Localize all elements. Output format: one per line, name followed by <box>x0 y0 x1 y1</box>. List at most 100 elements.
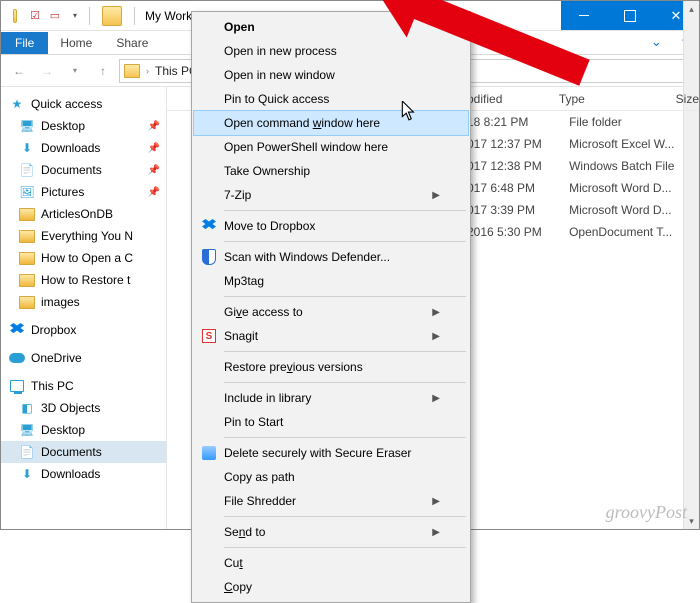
col-type[interactable]: Type <box>559 92 676 106</box>
sidebar-onedrive[interactable]: OneDrive <box>1 347 166 369</box>
sidebar-item-3d-objects[interactable]: ◧ 3D Objects <box>1 397 166 419</box>
separator <box>224 351 466 352</box>
folder-icon <box>19 274 35 287</box>
quick-access-toolbar: ☑ ▭ ▾ <box>1 8 83 24</box>
sidebar-dropbox[interactable]: Dropbox <box>1 319 166 341</box>
up-button[interactable]: ↑ <box>91 59 115 83</box>
ctx-7zip[interactable]: 7-Zip▶ <box>194 183 468 207</box>
file-date: 017 12:37 PM <box>467 137 569 151</box>
sidebar-item[interactable]: Everything You N <box>1 225 166 247</box>
sidebar-label: images <box>41 295 80 309</box>
ctx-take-ownership[interactable]: Take Ownership <box>194 159 468 183</box>
ctx-mp3tag[interactable]: Mp3tag <box>194 269 468 293</box>
window-title: My Work <box>141 9 192 23</box>
ctx-send-to[interactable]: Send to▶ <box>194 520 468 544</box>
ctx-snagit[interactable]: SSnagit▶ <box>194 324 468 348</box>
ctx-windows-defender[interactable]: Scan with Windows Defender... <box>194 245 468 269</box>
ctx-open-command-window[interactable]: Open command window here <box>194 111 468 135</box>
chevron-right-icon: ▶ <box>432 496 440 507</box>
sidebar-item[interactable]: How to Open a C <box>1 247 166 269</box>
ctx-open-powershell-window[interactable]: Open PowerShell window here <box>194 135 468 159</box>
file-type: File folder <box>569 115 699 129</box>
sidebar-item-documents[interactable]: 📄 Documents <box>1 441 166 463</box>
qat-dropdown-icon[interactable]: ▾ <box>67 8 83 24</box>
sidebar-this-pc[interactable]: This PC <box>1 375 166 397</box>
ctx-cut[interactable]: Cut <box>194 551 468 575</box>
documents-icon: 📄 <box>19 444 35 460</box>
shield-icon <box>200 248 218 266</box>
ctx-move-to-dropbox[interactable]: Move to Dropbox <box>194 214 468 238</box>
sidebar-label: Quick access <box>31 97 102 111</box>
sidebar-item-downloads[interactable]: ⬇ Downloads <box>1 463 166 485</box>
pin-icon: 📌 <box>148 187 160 198</box>
file-date: 017 12:38 PM <box>467 159 569 173</box>
ctx-open-new-window[interactable]: Open in new window <box>194 63 468 87</box>
mouse-cursor <box>401 101 417 124</box>
chevron-right-icon: ▶ <box>432 190 440 201</box>
chevron-right-icon: ▶ <box>432 331 440 342</box>
sidebar-label: Desktop <box>41 119 85 133</box>
file-type: Microsoft Word D... <box>569 203 699 217</box>
file-date: 2016 5:30 PM <box>467 225 569 239</box>
sidebar-item[interactable]: ArticlesOnDB <box>1 203 166 225</box>
sidebar-label: Documents <box>41 163 102 177</box>
ctx-copy-as-path[interactable]: Copy as path <box>194 465 468 489</box>
sidebar-label: How to Restore t <box>41 273 130 287</box>
sidebar-item-documents[interactable]: 📄Documents📌 <box>1 159 166 181</box>
downloads-icon: ⬇ <box>19 466 35 482</box>
ribbon-expand-icon[interactable]: ⌄ <box>641 30 672 54</box>
back-button[interactable]: ← <box>7 59 31 83</box>
onedrive-icon <box>9 350 25 366</box>
properties-icon[interactable]: ☑ <box>27 8 43 24</box>
pin-icon: 📌 <box>148 143 160 154</box>
sidebar-item[interactable]: How to Restore t <box>1 269 166 291</box>
3d-objects-icon: ◧ <box>19 400 35 416</box>
ctx-give-access-to[interactable]: Give access to▶ <box>194 300 468 324</box>
ctx-file-shredder[interactable]: File Shredder▶ <box>194 489 468 513</box>
folder-icon <box>124 64 140 78</box>
tab-home[interactable]: Home <box>48 32 104 54</box>
sidebar-label: Dropbox <box>31 323 76 337</box>
sidebar-label: Documents <box>41 445 102 459</box>
documents-icon: 📄 <box>19 162 35 178</box>
chevron-right-icon[interactable]: › <box>144 66 151 76</box>
folder-icon <box>19 230 35 243</box>
new-folder-icon[interactable]: ▭ <box>47 8 63 24</box>
file-type: Microsoft Word D... <box>569 181 699 195</box>
pictures-icon: 🖼 <box>19 184 35 200</box>
separator <box>224 241 466 242</box>
star-icon: ★ <box>9 96 25 112</box>
sidebar-item-desktop[interactable]: 🖥Desktop📌 <box>1 115 166 137</box>
ctx-pin-to-start[interactable]: Pin to Start <box>194 410 468 434</box>
sidebar-item-desktop[interactable]: 🖥Desktop <box>1 419 166 441</box>
sidebar-item-pictures[interactable]: 🖼Pictures📌 <box>1 181 166 203</box>
file-date: 017 6:48 PM <box>467 181 569 195</box>
col-size[interactable]: Size <box>676 92 699 106</box>
minimize-button[interactable] <box>561 1 607 30</box>
ctx-secure-eraser[interactable]: Delete securely with Secure Eraser <box>194 441 468 465</box>
sidebar-label: Downloads <box>41 467 100 481</box>
col-date-modified[interactable]: odified <box>467 92 559 106</box>
recent-locations-icon[interactable]: ▾ <box>63 59 87 83</box>
tab-share[interactable]: Share <box>104 32 160 54</box>
maximize-button[interactable] <box>607 1 653 30</box>
ctx-copy[interactable]: Copy <box>194 575 468 599</box>
divider <box>89 7 90 25</box>
sidebar-label: 3D Objects <box>41 401 100 415</box>
sidebar-item[interactable]: images <box>1 291 166 313</box>
sidebar-item-downloads[interactable]: ⬇Downloads📌 <box>1 137 166 159</box>
snagit-icon: S <box>200 327 218 345</box>
sidebar-label: OneDrive <box>31 351 82 365</box>
sidebar-quick-access[interactable]: ★ Quick access <box>1 93 166 115</box>
sidebar-label: ArticlesOnDB <box>41 207 113 221</box>
ctx-include-in-library[interactable]: Include in library▶ <box>194 386 468 410</box>
tab-file[interactable]: File <box>1 32 48 54</box>
forward-button[interactable]: → <box>35 59 59 83</box>
file-date: 017 3:39 PM <box>467 203 569 217</box>
separator <box>224 437 466 438</box>
separator <box>224 210 466 211</box>
sidebar-label: Downloads <box>41 141 100 155</box>
ctx-pin-quick-access[interactable]: Pin to Quick access <box>194 87 468 111</box>
ctx-restore-previous-versions[interactable]: Restore previous versions <box>194 355 468 379</box>
ctx-open-new-process[interactable]: Open in new process <box>194 39 468 63</box>
